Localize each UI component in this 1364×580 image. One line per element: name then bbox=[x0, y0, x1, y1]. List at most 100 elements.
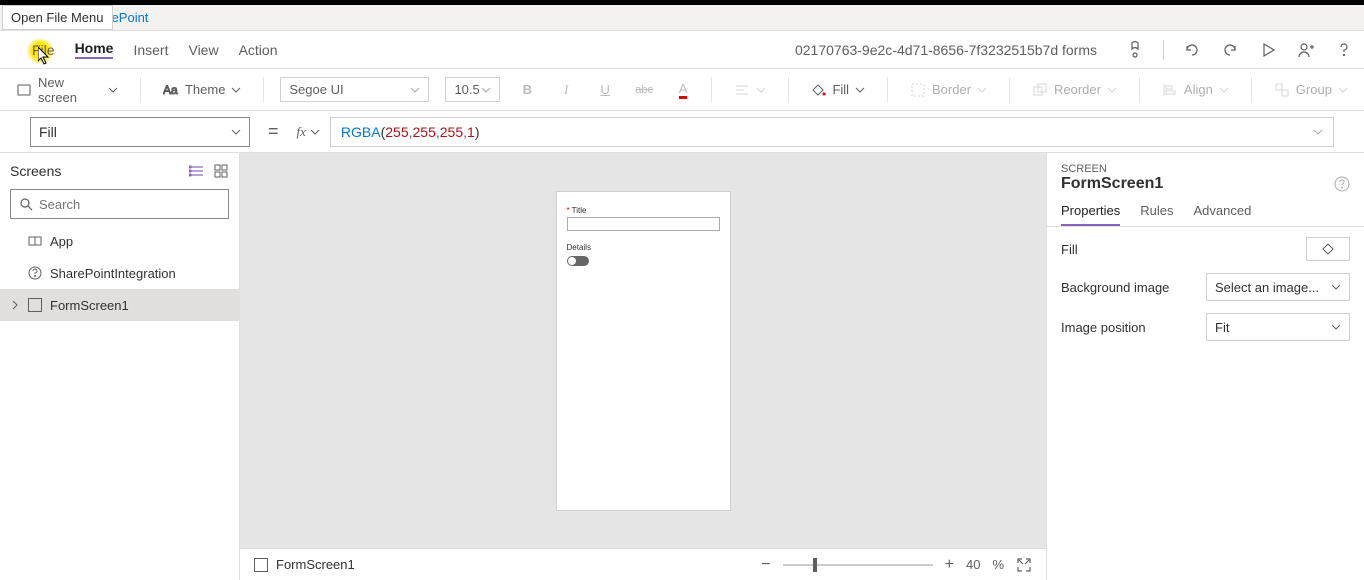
list-view-icon[interactable] bbox=[189, 163, 205, 179]
fill-button[interactable]: Fill bbox=[804, 78, 871, 102]
img-pos-label: Image position bbox=[1061, 320, 1146, 335]
font-value: Segoe UI bbox=[289, 82, 343, 97]
zoom-in-button[interactable]: + bbox=[945, 556, 954, 574]
ribbon-divider bbox=[263, 77, 264, 103]
reorder-label: Reorder bbox=[1054, 82, 1101, 97]
img-pos-select[interactable]: Fit bbox=[1206, 313, 1350, 341]
bold-button[interactable]: B bbox=[516, 78, 539, 102]
font-color-button[interactable]: A bbox=[672, 78, 695, 102]
theme-button[interactable]: Aa Theme bbox=[157, 78, 247, 102]
chevron-right-icon[interactable] bbox=[10, 300, 20, 310]
chevron-down-icon bbox=[756, 85, 766, 95]
app-id-text: 02170763-9e2c-4d71-8656-7f3232515b7d for… bbox=[795, 42, 1097, 58]
tree-item-app[interactable]: App bbox=[0, 225, 239, 257]
tree-search-input[interactable] bbox=[39, 197, 220, 212]
chevron-down-icon bbox=[410, 85, 420, 95]
form-details-label: Details bbox=[567, 243, 720, 252]
menu-insert[interactable]: Insert bbox=[133, 42, 168, 58]
bg-image-select[interactable]: Select an image... bbox=[1206, 273, 1350, 301]
search-icon bbox=[19, 197, 33, 211]
chevron-down-icon bbox=[855, 85, 865, 95]
menu-view[interactable]: View bbox=[188, 42, 218, 58]
app-checker-icon[interactable] bbox=[1125, 40, 1145, 60]
strike-button[interactable]: abc bbox=[633, 78, 656, 102]
zoom-out-button[interactable]: − bbox=[761, 556, 770, 574]
group-icon bbox=[1274, 82, 1290, 98]
form-title-input[interactable] bbox=[567, 217, 720, 231]
help-icon[interactable] bbox=[1334, 40, 1354, 60]
align-text-button[interactable] bbox=[728, 78, 772, 102]
ribbon-divider bbox=[788, 77, 789, 103]
tree-item-sharepoint[interactable]: SharePointIntegration bbox=[0, 257, 239, 289]
chevron-down-icon bbox=[1331, 282, 1341, 292]
ribbon: New screen Aa Theme Segoe UI 10.5 B I U … bbox=[0, 69, 1364, 111]
undo-icon[interactable] bbox=[1182, 40, 1202, 60]
tab-advanced[interactable]: Advanced bbox=[1194, 203, 1252, 226]
tree-panel: Screens App SharePointIntegration bbox=[0, 153, 240, 580]
italic-button[interactable]: I bbox=[555, 78, 578, 102]
tree-item-label: App bbox=[50, 234, 73, 249]
border-button[interactable]: Border bbox=[904, 78, 993, 102]
prop-type-label: Screen bbox=[1061, 163, 1350, 175]
underline-button[interactable]: U bbox=[594, 78, 617, 102]
tab-rules[interactable]: Rules bbox=[1140, 203, 1173, 226]
ribbon-divider bbox=[1139, 77, 1140, 103]
reorder-icon bbox=[1032, 82, 1048, 98]
properties-panel: Screen FormScreen1 Properties Rules Adva… bbox=[1046, 153, 1364, 580]
new-screen-button[interactable]: New screen bbox=[10, 71, 124, 109]
chevron-down-icon bbox=[1331, 322, 1341, 332]
tab-properties[interactable]: Properties bbox=[1061, 203, 1120, 226]
cursor-pointer bbox=[38, 47, 52, 65]
tree-title: Screens bbox=[10, 163, 61, 179]
canvas: *Title Details FormScreen1 − + 40 % bbox=[240, 153, 1046, 580]
menu-home[interactable]: Home bbox=[75, 40, 114, 59]
play-icon[interactable] bbox=[1258, 40, 1278, 60]
group-button[interactable]: Group bbox=[1268, 78, 1354, 102]
menu-action[interactable]: Action bbox=[239, 42, 278, 58]
fill-bucket-icon bbox=[1321, 242, 1335, 256]
fill-bucket-icon bbox=[810, 82, 826, 98]
canvas-area[interactable]: *Title Details bbox=[240, 153, 1046, 548]
theme-label: Theme bbox=[185, 82, 225, 97]
form-mock[interactable]: *Title Details bbox=[556, 191, 731, 511]
tree-item-label: SharePointIntegration bbox=[50, 266, 176, 281]
fill-swatch[interactable] bbox=[1306, 237, 1350, 261]
tree-item-formscreen[interactable]: FormScreen1 bbox=[0, 289, 239, 321]
app-icon bbox=[28, 234, 42, 248]
ribbon-divider bbox=[140, 77, 141, 103]
fx-button[interactable]: fx bbox=[297, 124, 320, 140]
menubar: File Home Insert View Action 02170763-9e… bbox=[0, 31, 1364, 69]
font-select[interactable]: Segoe UI bbox=[280, 77, 429, 102]
help-icon[interactable] bbox=[1334, 176, 1350, 192]
new-screen-label: New screen bbox=[38, 75, 102, 105]
topbar bbox=[0, 0, 1364, 5]
chevron-down-icon bbox=[1219, 85, 1229, 95]
reorder-button[interactable]: Reorder bbox=[1026, 78, 1123, 102]
redo-icon[interactable] bbox=[1220, 40, 1240, 60]
theme-icon: Aa bbox=[163, 82, 179, 98]
formula-ident: RGBA bbox=[341, 124, 381, 140]
fullscreen-icon[interactable] bbox=[1016, 557, 1032, 573]
ribbon-divider bbox=[1009, 77, 1010, 103]
fill-prop-label: Fill bbox=[1061, 242, 1078, 257]
chevron-down-icon bbox=[310, 127, 320, 137]
size-select[interactable]: 10.5 bbox=[445, 77, 499, 102]
zoom-slider[interactable] bbox=[783, 564, 933, 566]
property-select[interactable]: Fill bbox=[30, 117, 250, 147]
size-value: 10.5 bbox=[454, 82, 479, 97]
ribbon-divider bbox=[711, 77, 712, 103]
border-icon bbox=[910, 82, 926, 98]
equals-sign: = bbox=[260, 121, 287, 142]
chevron-down-icon bbox=[1107, 85, 1117, 95]
form-details-toggle[interactable] bbox=[567, 256, 589, 266]
formula-input[interactable]: RGBA(255, 255, 255, 1) bbox=[330, 117, 1334, 147]
align-obj-button[interactable]: Align bbox=[1156, 78, 1235, 102]
zoom-thumb[interactable] bbox=[813, 558, 817, 572]
zoom-value: 40 bbox=[966, 557, 980, 572]
tree-item-label: FormScreen1 bbox=[50, 298, 129, 313]
divider bbox=[1163, 40, 1164, 60]
align-obj-icon bbox=[1162, 82, 1178, 98]
grid-view-icon[interactable] bbox=[213, 163, 229, 179]
share-icon[interactable] bbox=[1296, 40, 1316, 60]
tree-search[interactable] bbox=[10, 189, 229, 219]
